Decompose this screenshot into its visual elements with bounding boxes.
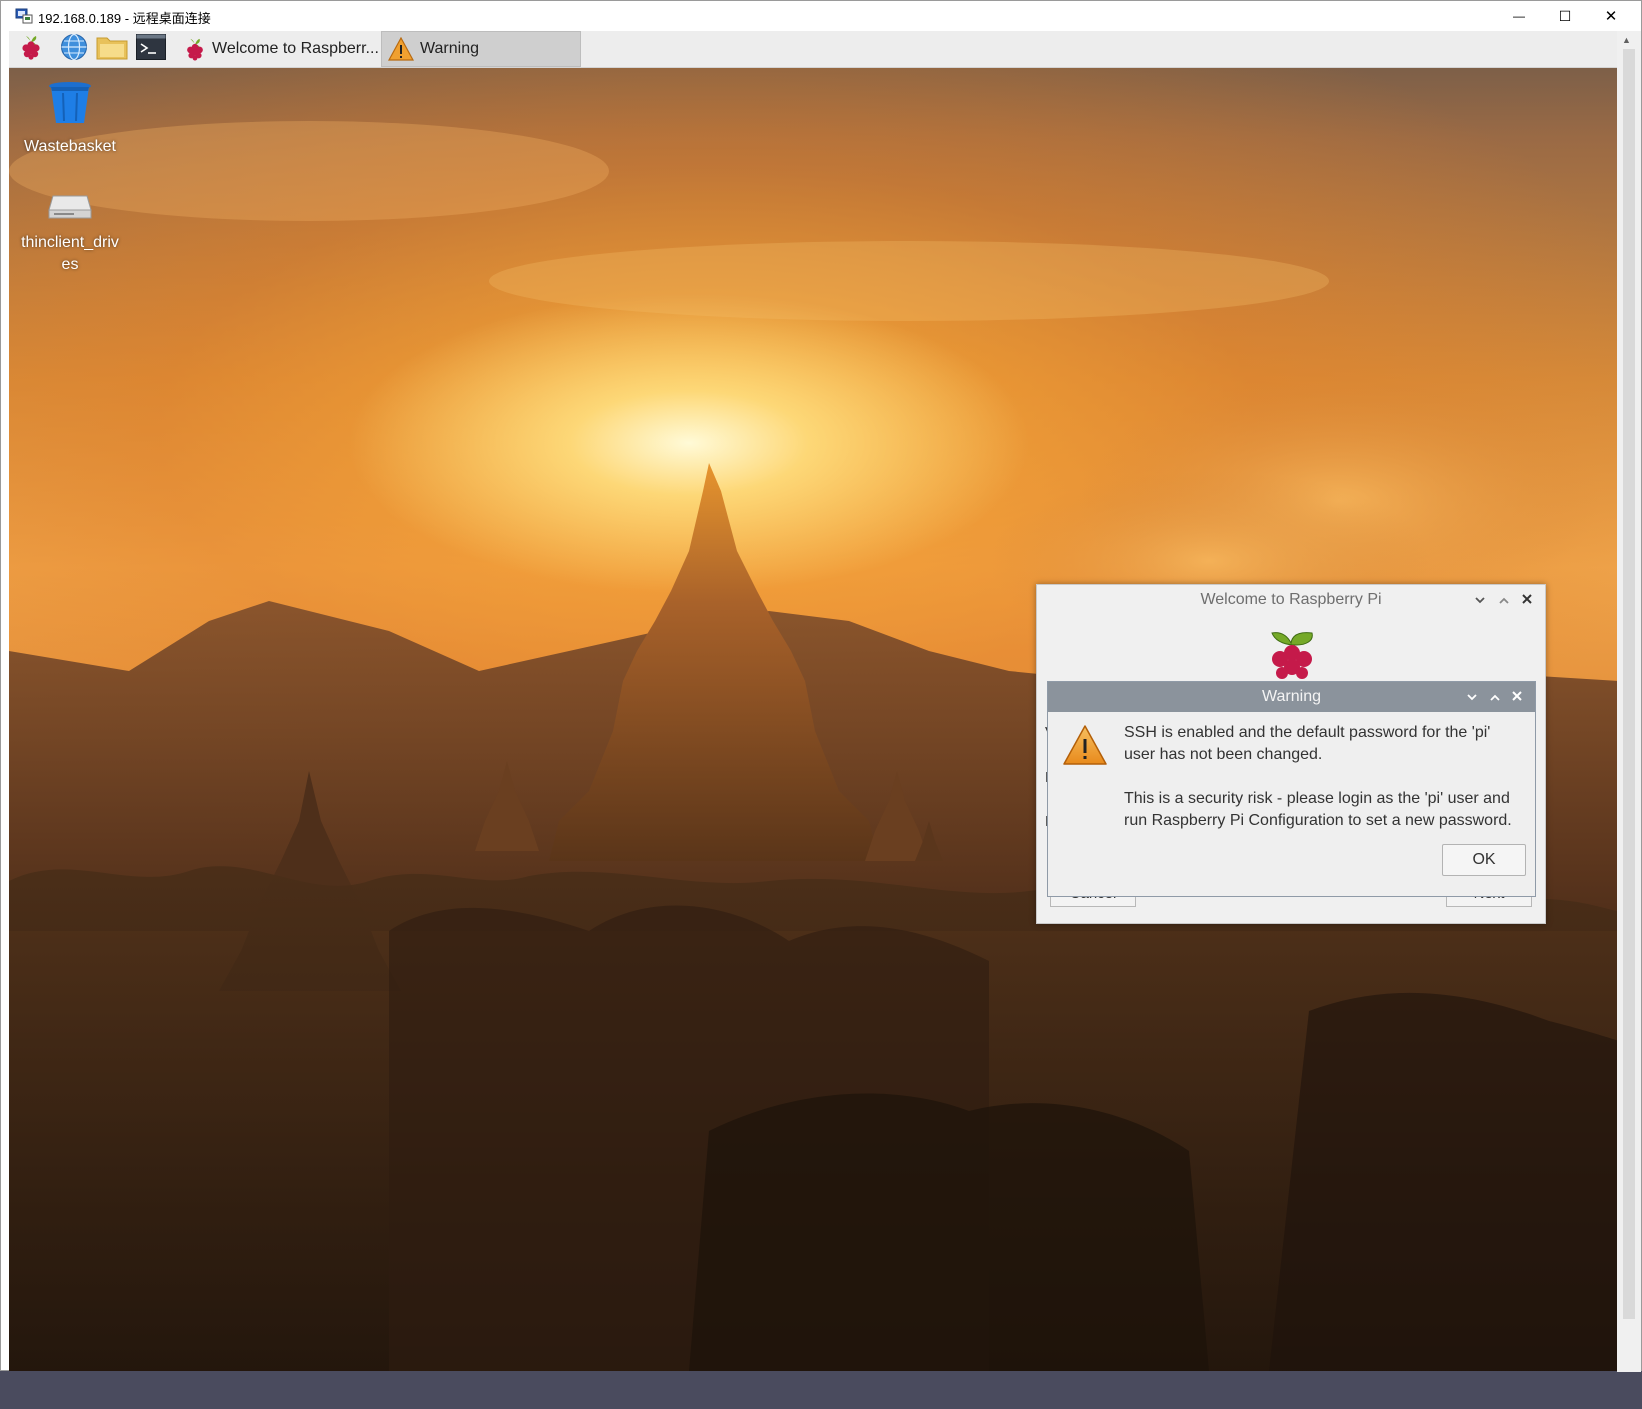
raspberry-menu-icon	[19, 34, 43, 65]
close-icon	[1512, 682, 1522, 712]
warning-close-button[interactable]	[1506, 682, 1528, 712]
rdp-window-title: 192.168.0.189 - 远程桌面连接	[38, 11, 211, 26]
taskbar-item-label: Welcome to Raspberr...	[212, 40, 379, 57]
chevron-up-icon	[1499, 585, 1509, 615]
wastebasket-icon	[48, 81, 92, 132]
raspberry-menu-button[interactable]	[16, 35, 46, 63]
desktop-icon-wastebasket[interactable]: Wastebasket	[15, 81, 125, 158]
warning-dialog: Warning SSH is enabled and the default p…	[1047, 681, 1536, 897]
warning-message-line-2: This is a security risk - please login a…	[1124, 790, 1512, 829]
scrollbar-thumb[interactable]	[1623, 49, 1635, 1319]
close-window-button[interactable]: ✕	[1588, 1, 1634, 31]
minimize-button[interactable]: —	[1496, 1, 1542, 31]
desktop-icon-label: thinclient_drives	[21, 234, 119, 273]
chevron-down-icon	[1475, 585, 1485, 615]
taskbar-item-label: Warning	[420, 40, 479, 57]
maximize-icon: ☐	[1558, 7, 1572, 24]
web-browser-launcher[interactable]	[59, 33, 89, 66]
vertical-scrollbar[interactable]: ▲	[1617, 31, 1641, 1372]
warning-maximize-button[interactable]	[1484, 682, 1506, 712]
scroll-up-arrow-icon[interactable]: ▲	[1622, 35, 1631, 45]
chevron-down-icon	[1467, 682, 1477, 712]
lxpanel-taskbar: Welcome to Raspberr... Warning	[9, 31, 1619, 68]
ok-button[interactable]: OK	[1442, 844, 1526, 876]
taskbar-item-warning[interactable]: Warning	[381, 31, 581, 67]
file-manager-icon	[96, 34, 128, 65]
web-browser-icon	[60, 33, 88, 66]
ok-button-label: OK	[1472, 851, 1496, 868]
close-icon: ✕	[1604, 8, 1618, 25]
desktop-icon-thinclient-drives[interactable]: thinclient_drives	[15, 193, 125, 276]
warning-icon	[388, 37, 414, 61]
drive-icon	[48, 193, 92, 228]
terminal-icon	[136, 33, 166, 65]
remote-desktop-app-icon	[15, 8, 33, 24]
warning-message: SSH is enabled and the default password …	[1124, 722, 1524, 854]
welcome-maximize-button[interactable]	[1493, 585, 1515, 615]
warning-dialog-titlebar[interactable]: Warning	[1048, 682, 1535, 712]
warning-dialog-title: Warning	[1262, 688, 1321, 705]
desktop-icon-label: Wastebasket	[24, 138, 116, 155]
raspberry-icon	[184, 36, 206, 62]
terminal-launcher[interactable]	[136, 33, 166, 65]
remote-desktop-window: 192.168.0.189 - 远程桌面连接 — ☐ ✕ Welcome to …	[0, 0, 1642, 1372]
taskbar-item-welcome[interactable]: Welcome to Raspberr...	[178, 31, 379, 67]
welcome-minimize-button[interactable]	[1469, 585, 1491, 615]
file-manager-launcher[interactable]	[96, 34, 128, 65]
warning-message-line-1: SSH is enabled and the default password …	[1124, 724, 1491, 763]
warning-minimize-button[interactable]	[1461, 682, 1483, 712]
chevron-up-icon	[1490, 682, 1500, 712]
warning-triangle-icon	[1062, 724, 1108, 771]
maximize-button[interactable]: ☐	[1542, 1, 1588, 31]
raspberry-pi-logo	[1262, 629, 1322, 684]
minimize-icon: —	[1513, 9, 1525, 23]
welcome-dialog-title: Welcome to Raspberry Pi	[1200, 591, 1382, 608]
welcome-dialog-titlebar[interactable]: Welcome to Raspberry Pi	[1037, 585, 1545, 615]
close-icon	[1522, 585, 1532, 615]
remote-desktop[interactable]: Welcome to Raspberr... Warning Wastebask…	[9, 31, 1619, 1371]
rdp-title-bar[interactable]: 192.168.0.189 - 远程桌面连接 — ☐ ✕	[1, 1, 1641, 31]
welcome-close-button[interactable]	[1516, 585, 1538, 615]
